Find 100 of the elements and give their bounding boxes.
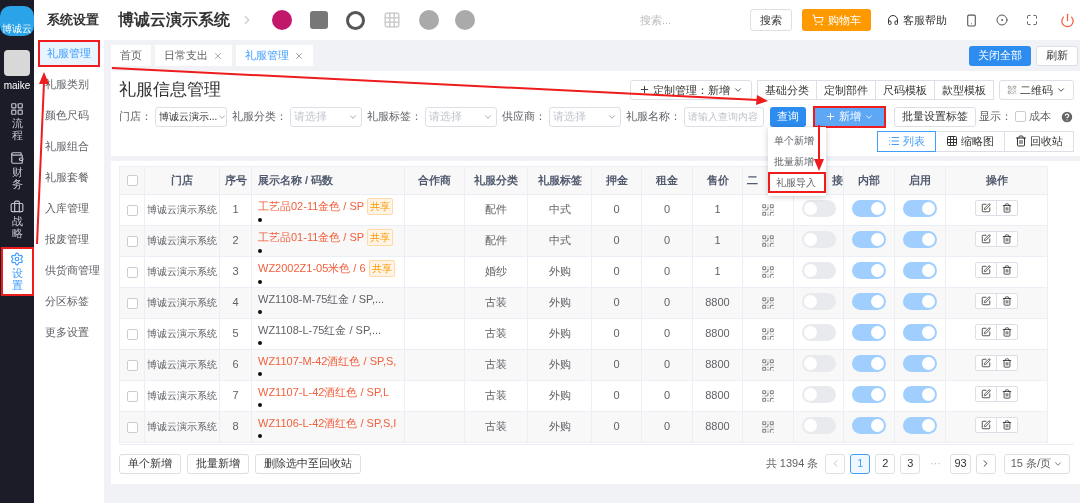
menu-item[interactable]: 礼服导入 (768, 172, 826, 193)
next-page-button[interactable] (975, 453, 996, 474)
briefcase-icon (10, 200, 24, 215)
row-checkbox[interactable] (126, 266, 138, 278)
sidebar-item[interactable]: 分区标签 (38, 288, 100, 315)
select-all-checkbox[interactable] (126, 175, 138, 187)
help-icon[interactable] (1060, 109, 1074, 124)
help-link[interactable]: 客服帮助 (887, 11, 947, 29)
row-checkbox[interactable] (126, 359, 138, 371)
qr-code-icon[interactable] (761, 265, 775, 280)
toggle-switch[interactable] (801, 199, 836, 217)
sidebar-item[interactable]: 入库管理 (38, 195, 100, 222)
qr-code-icon[interactable] (761, 234, 775, 249)
grid-icon (10, 102, 24, 116)
table-cell: 8 (219, 411, 252, 442)
view-toggle[interactable]: 缩略图 (935, 130, 1005, 152)
column-header: 礼服标签 (527, 166, 592, 194)
sidebar-item[interactable]: 报废管理 (38, 226, 100, 253)
fullscreen-icon[interactable] (1026, 14, 1038, 26)
prev-page-button[interactable] (825, 453, 846, 474)
row-checkbox[interactable] (126, 235, 138, 247)
toggle-switch[interactable] (852, 416, 886, 434)
template-button[interactable]: 定制部件 (816, 79, 876, 100)
qr-code-icon[interactable] (761, 389, 775, 404)
table-cell: 1 (692, 256, 743, 287)
search-field[interactable]: 搜索... (640, 11, 740, 29)
phone-icon[interactable] (965, 13, 978, 27)
sidebar-item[interactable]: 礼服套餐 (38, 164, 100, 191)
app-icon[interactable] (272, 10, 292, 30)
page-title: 礼服信息管理 (119, 79, 221, 101)
page-button[interactable]: 3 (900, 453, 921, 474)
row-checkbox[interactable] (126, 328, 138, 340)
sidebar-item[interactable]: 礼服类别 (38, 71, 100, 98)
sidebar-item[interactable]: 更多设置 (38, 319, 100, 346)
table-cell: 0 (641, 256, 693, 287)
toggle-switch[interactable] (903, 323, 937, 341)
template-button[interactable]: 尺码模板 (875, 79, 935, 100)
row-checkbox[interactable] (126, 390, 138, 402)
grid-icon[interactable] (383, 11, 401, 29)
qr-code-icon[interactable] (761, 296, 775, 311)
qr-code-icon (1007, 84, 1017, 95)
table-cell: 外购 (527, 256, 592, 287)
list-icon (888, 135, 900, 147)
toggle-switch[interactable] (903, 354, 937, 372)
qr-code-icon[interactable] (761, 327, 775, 342)
table-cell: 配件 (464, 225, 528, 256)
table-cell: 2 (219, 225, 252, 256)
toggle-switch[interactable] (852, 292, 886, 310)
toggle-switch[interactable] (903, 292, 937, 310)
toggle-switch[interactable] (852, 199, 886, 217)
record-icon[interactable] (996, 14, 1008, 26)
template-button[interactable]: 款型模板 (934, 79, 994, 100)
select-field[interactable]: 博诚云演示... (155, 106, 227, 127)
view-toggle[interactable]: 回收站 (1004, 130, 1074, 152)
power-icon[interactable] (1060, 12, 1075, 28)
footer-button[interactable]: 删除选中至回收站 (255, 453, 361, 474)
sidebar-item[interactable]: 颜色尺码 (38, 102, 100, 129)
toggle-switch[interactable] (852, 385, 886, 403)
footer-button[interactable]: 单个新增 (119, 453, 181, 474)
toggle-switch[interactable] (852, 354, 886, 372)
toggle-switch[interactable] (852, 261, 886, 279)
row-checkbox[interactable] (126, 297, 138, 309)
qr-code-icon[interactable] (761, 203, 775, 218)
refresh-button[interactable]: 刷新 (1036, 45, 1078, 66)
table-cell: 古装 (464, 380, 528, 411)
rail-nav-item[interactable]: 流程 (0, 99, 34, 145)
footer-button[interactable]: 批量新增 (187, 453, 249, 474)
qr-code-button[interactable]: 二维码 (999, 79, 1074, 100)
page-tab[interactable]: 日常支出 (155, 45, 232, 66)
toggle-switch[interactable] (903, 385, 937, 403)
batch-tag-button[interactable]: 批量设置标签 (894, 106, 976, 127)
rail-nav-item[interactable]: 财务 (0, 148, 34, 194)
close-icon[interactable] (213, 50, 223, 61)
toggle-switch[interactable] (903, 416, 937, 434)
qr-code-icon[interactable] (761, 420, 775, 435)
table-cell: 外购 (527, 411, 592, 442)
page-button[interactable]: 93 (950, 453, 971, 474)
table-cell: 8800 (692, 411, 743, 442)
table-cell: 1 (692, 225, 743, 256)
app-icon[interactable] (346, 10, 365, 30)
qr-code-icon[interactable] (761, 358, 775, 373)
search-button[interactable]: 搜索 (750, 9, 792, 31)
page-tab[interactable]: 首页 (111, 45, 151, 66)
toggle-switch[interactable] (903, 261, 937, 279)
close-icon[interactable] (294, 50, 304, 61)
toggle-switch[interactable] (852, 323, 886, 341)
page-size-select[interactable]: 15 条/页 (1003, 453, 1070, 474)
rail-nav-item[interactable]: 战略 (0, 197, 34, 243)
menu-item[interactable]: 单个新增 (768, 130, 826, 151)
sidebar-item[interactable]: 供货商管理 (38, 257, 100, 284)
sidebar-item[interactable]: 礼服组合 (38, 133, 100, 160)
toggle-switch[interactable] (903, 199, 937, 217)
row-checkbox[interactable] (126, 421, 138, 433)
page-button[interactable]: 2 (875, 453, 896, 474)
user-avatar[interactable] (4, 50, 30, 76)
row-checkbox[interactable] (126, 204, 138, 216)
trash-icon (1015, 135, 1027, 147)
cost-checkbox[interactable] (1015, 111, 1026, 122)
toggle-switch[interactable] (903, 230, 937, 248)
toggle-switch[interactable] (852, 230, 886, 248)
